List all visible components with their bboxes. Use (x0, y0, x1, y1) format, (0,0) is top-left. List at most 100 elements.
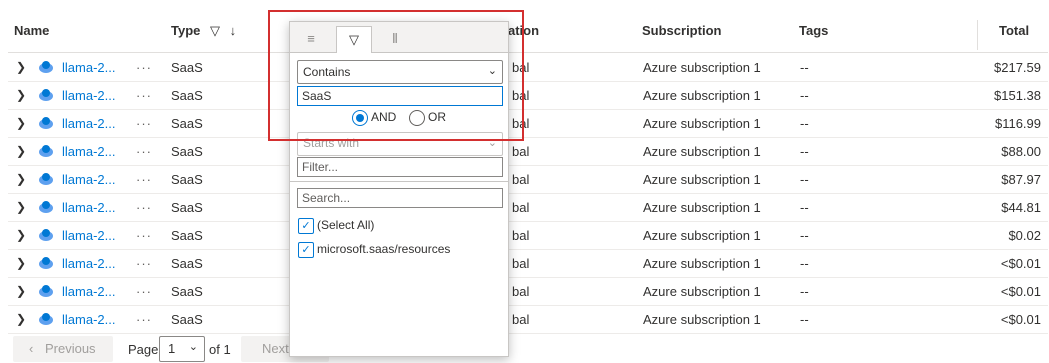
resource-type: SaaS (171, 88, 203, 103)
chevron-right-icon[interactable]: ❯ (16, 144, 26, 158)
resource-name-link[interactable]: llama-2... (62, 312, 115, 327)
resource-type: SaaS (171, 200, 203, 215)
tags-value: -- (800, 284, 809, 299)
resource-name-link[interactable]: llama-2... (62, 200, 115, 215)
subscription-name: Azure subscription 1 (643, 60, 761, 75)
saas-resource-icon (39, 89, 53, 101)
total-cost: <$0.01 (1000, 256, 1041, 271)
resource-type: SaaS (171, 256, 203, 271)
chevron-right-icon[interactable]: ❯ (16, 116, 26, 130)
table-row[interactable]: ❯ llama-2... ··· SaaS bal Azure subscrip… (8, 193, 1048, 222)
more-actions-button[interactable]: ··· (136, 312, 152, 327)
tags-value: -- (800, 88, 809, 103)
subscription-name: Azure subscription 1 (643, 228, 761, 243)
chevron-left-icon: ‹ (29, 341, 34, 356)
tags-value: -- (800, 228, 809, 243)
column-header-type[interactable]: Type ▽ ↓ (171, 23, 236, 53)
search-input[interactable]: Search... (297, 188, 503, 208)
chevron-right-icon[interactable]: ❯ (16, 172, 26, 186)
option-checkbox[interactable]: ✓ (298, 242, 314, 258)
column-header-total[interactable]: Total (999, 23, 1029, 53)
column-header-name[interactable]: Name (14, 23, 49, 53)
table-row[interactable]: ❯ llama-2... ··· SaaS bal Azure subscrip… (8, 137, 1048, 166)
more-actions-button[interactable]: ··· (136, 116, 152, 131)
saas-resource-icon (39, 61, 53, 73)
tags-value: -- (800, 200, 809, 215)
column-header-subscription[interactable]: Subscription (642, 23, 721, 53)
table-row[interactable]: ❯ llama-2... ··· SaaS bal Azure subscrip… (8, 165, 1048, 194)
subscription-name: Azure subscription 1 (643, 256, 761, 271)
more-actions-button[interactable]: ··· (136, 284, 152, 299)
tags-value: -- (800, 312, 809, 327)
table-row[interactable]: ❯ llama-2... ··· SaaS bal Azure subscrip… (8, 221, 1048, 250)
total-cost: $0.02 (1008, 228, 1041, 243)
popup-divider (290, 181, 508, 182)
column-header-tags[interactable]: Tags (799, 23, 828, 53)
page-count: of 1 (209, 342, 231, 357)
table-row[interactable]: ❯ llama-2... ··· SaaS bal Azure subscrip… (8, 109, 1048, 138)
saas-resource-icon (39, 229, 53, 241)
chevron-right-icon[interactable]: ❯ (16, 228, 26, 242)
subscription-name: Azure subscription 1 (643, 312, 761, 327)
resource-type: SaaS (171, 284, 203, 299)
tags-value: -- (800, 172, 809, 187)
filter-icon[interactable]: ▽ (210, 23, 220, 38)
page-label: Page (128, 342, 159, 357)
saas-resource-icon (39, 173, 53, 185)
resource-type: SaaS (171, 312, 203, 327)
previous-button[interactable]: ‹ Previous (13, 336, 113, 362)
chevron-right-icon[interactable]: ❯ (16, 312, 26, 326)
total-cost: <$0.01 (1000, 284, 1041, 299)
table-row[interactable]: ❯ llama-2... ··· SaaS bal Azure subscrip… (8, 81, 1048, 110)
sort-descending-icon[interactable]: ↓ (230, 23, 237, 38)
table-row[interactable]: ❯ llama-2... ··· SaaS bal Azure subscrip… (8, 249, 1048, 278)
chevron-right-icon[interactable]: ❯ (16, 200, 26, 214)
more-actions-button[interactable]: ··· (136, 88, 152, 103)
resource-type: SaaS (171, 60, 203, 75)
resource-location: bal (512, 144, 530, 159)
more-actions-button[interactable]: ··· (136, 172, 152, 187)
tags-value: -- (800, 116, 809, 131)
resource-type: SaaS (171, 228, 203, 243)
resource-name-link[interactable]: llama-2... (62, 116, 115, 131)
page-select[interactable]: 1 ⌄ (159, 336, 205, 362)
select-all-checkbox[interactable]: ✓ (298, 218, 314, 234)
resource-name-link[interactable]: llama-2... (62, 228, 115, 243)
more-actions-button[interactable]: ··· (136, 256, 152, 271)
chevron-right-icon[interactable]: ❯ (16, 88, 26, 102)
tags-value: -- (800, 144, 809, 159)
resource-location: bal (512, 284, 530, 299)
total-cost: $151.38 (994, 88, 1041, 103)
chevron-right-icon[interactable]: ❯ (16, 60, 26, 74)
more-actions-button[interactable]: ··· (136, 144, 152, 159)
saas-resource-icon (39, 313, 53, 325)
resource-name-link[interactable]: llama-2... (62, 60, 115, 75)
resource-name-link[interactable]: llama-2... (62, 144, 115, 159)
total-cost: $217.59 (994, 60, 1041, 75)
resource-name-link[interactable]: llama-2... (62, 172, 115, 187)
more-actions-button[interactable]: ··· (136, 200, 152, 215)
total-cost: <$0.01 (1000, 312, 1041, 327)
resource-name-link[interactable]: llama-2... (62, 284, 115, 299)
total-cost: $88.00 (1001, 144, 1041, 159)
resource-location: bal (512, 312, 530, 327)
option-label: microsoft.saas/resources (317, 242, 451, 256)
pager: ‹ Previous Page 1 ⌄ of 1 Next (0, 336, 1049, 363)
resource-name-link[interactable]: llama-2... (62, 256, 115, 271)
table-row[interactable]: ❯ llama-2... ··· SaaS bal Azure subscrip… (8, 305, 1048, 334)
more-actions-button[interactable]: ··· (136, 228, 152, 243)
chevron-right-icon[interactable]: ❯ (16, 256, 26, 270)
tags-value: -- (800, 60, 809, 75)
resource-name-link[interactable]: llama-2... (62, 88, 115, 103)
resource-type: SaaS (171, 116, 203, 131)
subscription-name: Azure subscription 1 (643, 200, 761, 215)
table-row[interactable]: ❯ llama-2... ··· SaaS bal Azure subscrip… (8, 53, 1048, 82)
column-separator[interactable] (977, 20, 978, 50)
more-actions-button[interactable]: ··· (136, 60, 152, 75)
select-all-label: (Select All) (317, 218, 375, 232)
subscription-name: Azure subscription 1 (643, 144, 761, 159)
subscription-name: Azure subscription 1 (643, 116, 761, 131)
table-row[interactable]: ❯ llama-2... ··· SaaS bal Azure subscrip… (8, 277, 1048, 306)
filter-value-input-2[interactable]: Filter... (297, 157, 503, 177)
chevron-right-icon[interactable]: ❯ (16, 284, 26, 298)
